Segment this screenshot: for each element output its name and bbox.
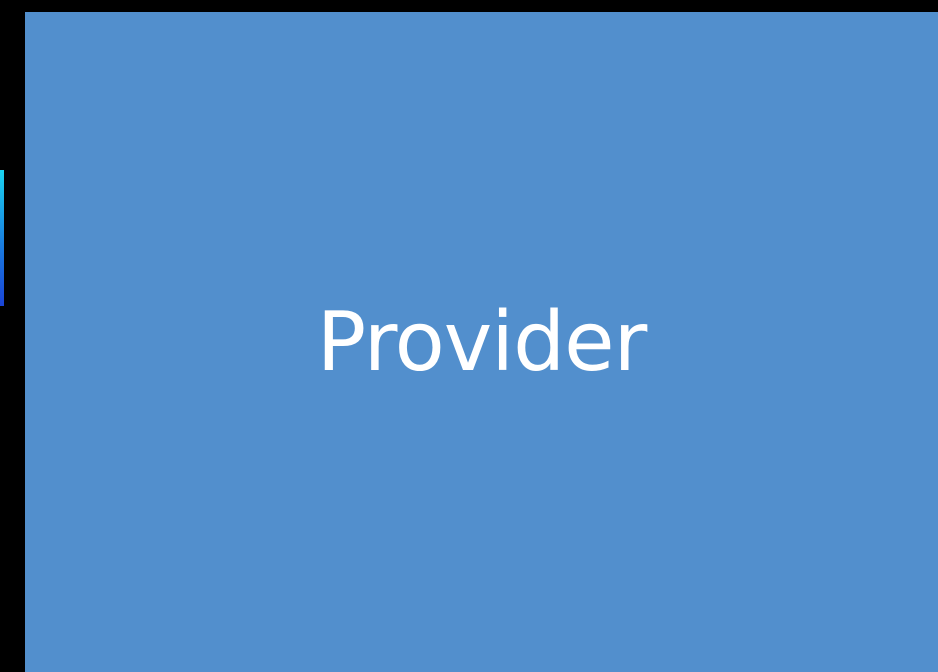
provider-label: Provider (316, 295, 648, 390)
left-edge-accent-bar (0, 170, 4, 306)
slide-frame: Provider (0, 0, 938, 672)
provider-box: Provider (25, 12, 938, 672)
